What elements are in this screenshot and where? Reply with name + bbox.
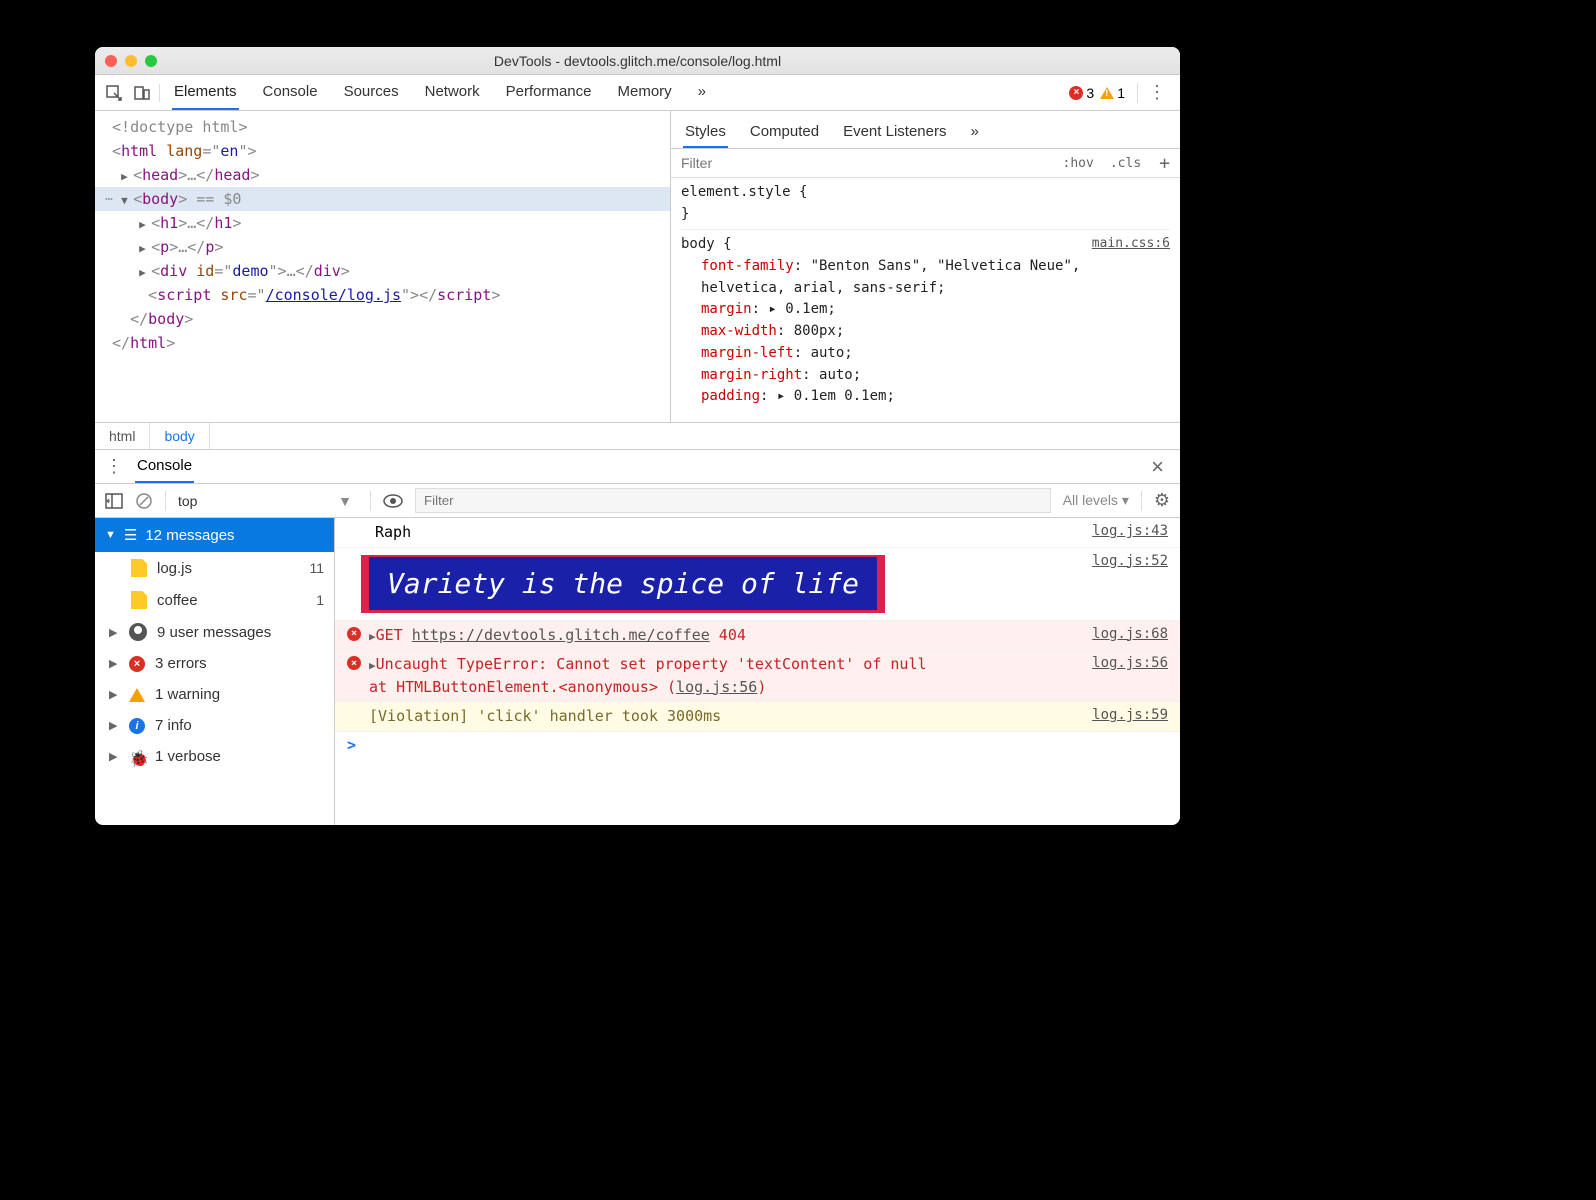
bug-icon: 🐞: [129, 749, 145, 765]
styled-log-text: Variety is the spice of life: [369, 557, 877, 610]
source-link[interactable]: log.js:59: [1092, 705, 1168, 728]
warning-icon: [129, 688, 145, 702]
tab-network[interactable]: Network: [423, 75, 482, 110]
add-rule-icon[interactable]: +: [1149, 153, 1180, 174]
window-title: DevTools - devtools.glitch.me/console/lo…: [95, 53, 1180, 69]
selected-marker: == $0: [187, 190, 241, 208]
settings-icon[interactable]: ⚙: [1154, 490, 1170, 511]
doctype: <!doctype html>: [112, 118, 247, 136]
context-selector[interactable]: top▼: [178, 493, 358, 509]
error-icon: ×: [129, 656, 145, 672]
tab-performance[interactable]: Performance: [504, 75, 594, 110]
live-expression-icon[interactable]: [383, 494, 403, 508]
element-style[interactable]: element.style {: [681, 184, 807, 200]
error-count: 3: [1086, 85, 1094, 101]
close-drawer-icon[interactable]: ×: [1145, 454, 1170, 480]
menu-icon[interactable]: ⋮: [1144, 82, 1170, 103]
sidebar-errors[interactable]: ▶×3 errors: [95, 648, 334, 679]
drawer-tab-console[interactable]: Console: [135, 450, 194, 483]
breadcrumb-body[interactable]: body: [150, 423, 209, 449]
log-levels-selector[interactable]: All levels ▾: [1063, 492, 1129, 509]
console-messages: Raph log.js:43 Variety is the spice of l…: [335, 518, 1180, 825]
console-drawer-header: ⋮ Console ×: [95, 450, 1180, 484]
tabs-overflow[interactable]: »: [696, 75, 708, 110]
info-icon: i: [129, 718, 145, 734]
error-icon: ×: [347, 627, 361, 641]
sidebar-user-messages[interactable]: ▶9 user messages: [95, 616, 334, 648]
console-filter-input[interactable]: [415, 488, 1051, 513]
tab-styles[interactable]: Styles: [683, 117, 728, 148]
warning-icon: [1100, 87, 1114, 99]
sidebar-file-coffee[interactable]: coffee1: [95, 584, 334, 616]
warning-count: 1: [1117, 85, 1125, 101]
tab-event-listeners[interactable]: Event Listeners: [841, 117, 948, 148]
log-message[interactable]: Raph log.js:43: [335, 518, 1180, 548]
dom-tree[interactable]: <!doctype html> <html lang="en"> ▶<head>…: [95, 111, 670, 422]
tab-memory[interactable]: Memory: [616, 75, 674, 110]
drawer-menu-icon[interactable]: ⋮: [105, 456, 123, 477]
network-error-message[interactable]: × ▶GET https://devtools.glitch.me/coffee…: [335, 621, 1180, 651]
tab-computed[interactable]: Computed: [748, 117, 821, 148]
source-link[interactable]: main.css:6: [1092, 234, 1170, 254]
device-icon[interactable]: [133, 84, 151, 102]
console-sidebar: ▼ ☰ 12 messages log.js11 coffee1 ▶9 user…: [95, 518, 335, 825]
tab-console[interactable]: Console: [261, 75, 320, 110]
inspect-icon[interactable]: [105, 84, 123, 102]
tab-elements[interactable]: Elements: [172, 75, 239, 110]
stack-link[interactable]: log.js:56: [676, 678, 757, 696]
log-message-styled[interactable]: Variety is the spice of life log.js:52: [335, 548, 1180, 621]
list-icon: ☰: [124, 526, 137, 544]
sidebar-file-logjs[interactable]: log.js11: [95, 552, 334, 584]
styles-filter-input[interactable]: [671, 149, 1055, 177]
warning-badge[interactable]: 1: [1100, 85, 1125, 101]
violation-message[interactable]: [Violation] 'click' handler took 3000ms …: [335, 702, 1180, 732]
cls-toggle[interactable]: .cls: [1102, 150, 1149, 177]
body-selector[interactable]: body {: [681, 236, 732, 252]
source-link[interactable]: log.js:52: [1092, 551, 1168, 572]
hov-toggle[interactable]: :hov: [1055, 150, 1102, 177]
error-icon: ×: [347, 656, 361, 670]
file-icon: [131, 591, 147, 609]
tab-sources[interactable]: Sources: [342, 75, 401, 110]
http-status: 404: [710, 626, 746, 644]
error-icon: ×: [1069, 86, 1083, 100]
sidebar-toggle-icon[interactable]: [105, 493, 123, 509]
clear-console-icon[interactable]: [135, 492, 153, 510]
console-toolbar: top▼ All levels ▾ ⚙: [95, 484, 1180, 518]
sidebar-messages-header[interactable]: ▼ ☰ 12 messages: [95, 518, 334, 552]
file-icon: [131, 559, 147, 577]
js-error-message[interactable]: × ▶Uncaught TypeError: Cannot set proper…: [335, 650, 1180, 702]
source-link[interactable]: log.js:68: [1092, 624, 1168, 647]
error-badge[interactable]: ×3: [1069, 85, 1094, 101]
script-src[interactable]: /console/log.js: [266, 286, 401, 304]
breadcrumb: html body: [95, 422, 1180, 450]
request-url[interactable]: https://devtools.glitch.me/coffee: [412, 626, 710, 644]
console-prompt[interactable]: >: [335, 732, 1180, 758]
sidebar-verbose[interactable]: ▶🐞1 verbose: [95, 741, 334, 772]
styles-pane: Styles Computed Event Listeners » :hov .…: [670, 111, 1180, 422]
devtools-window: DevTools - devtools.glitch.me/console/lo…: [95, 47, 1180, 825]
sidebar-warnings[interactable]: ▶1 warning: [95, 679, 334, 710]
user-icon: [129, 623, 147, 641]
sidebar-info[interactable]: ▶i7 info: [95, 710, 334, 741]
breadcrumb-html[interactable]: html: [95, 423, 150, 449]
source-link[interactable]: log.js:43: [1092, 521, 1168, 544]
main-toolbar: Elements Console Sources Network Perform…: [95, 75, 1180, 111]
styles-tabs-overflow[interactable]: »: [968, 117, 980, 148]
titlebar: DevTools - devtools.glitch.me/console/lo…: [95, 47, 1180, 75]
source-link[interactable]: log.js:56: [1092, 653, 1168, 674]
